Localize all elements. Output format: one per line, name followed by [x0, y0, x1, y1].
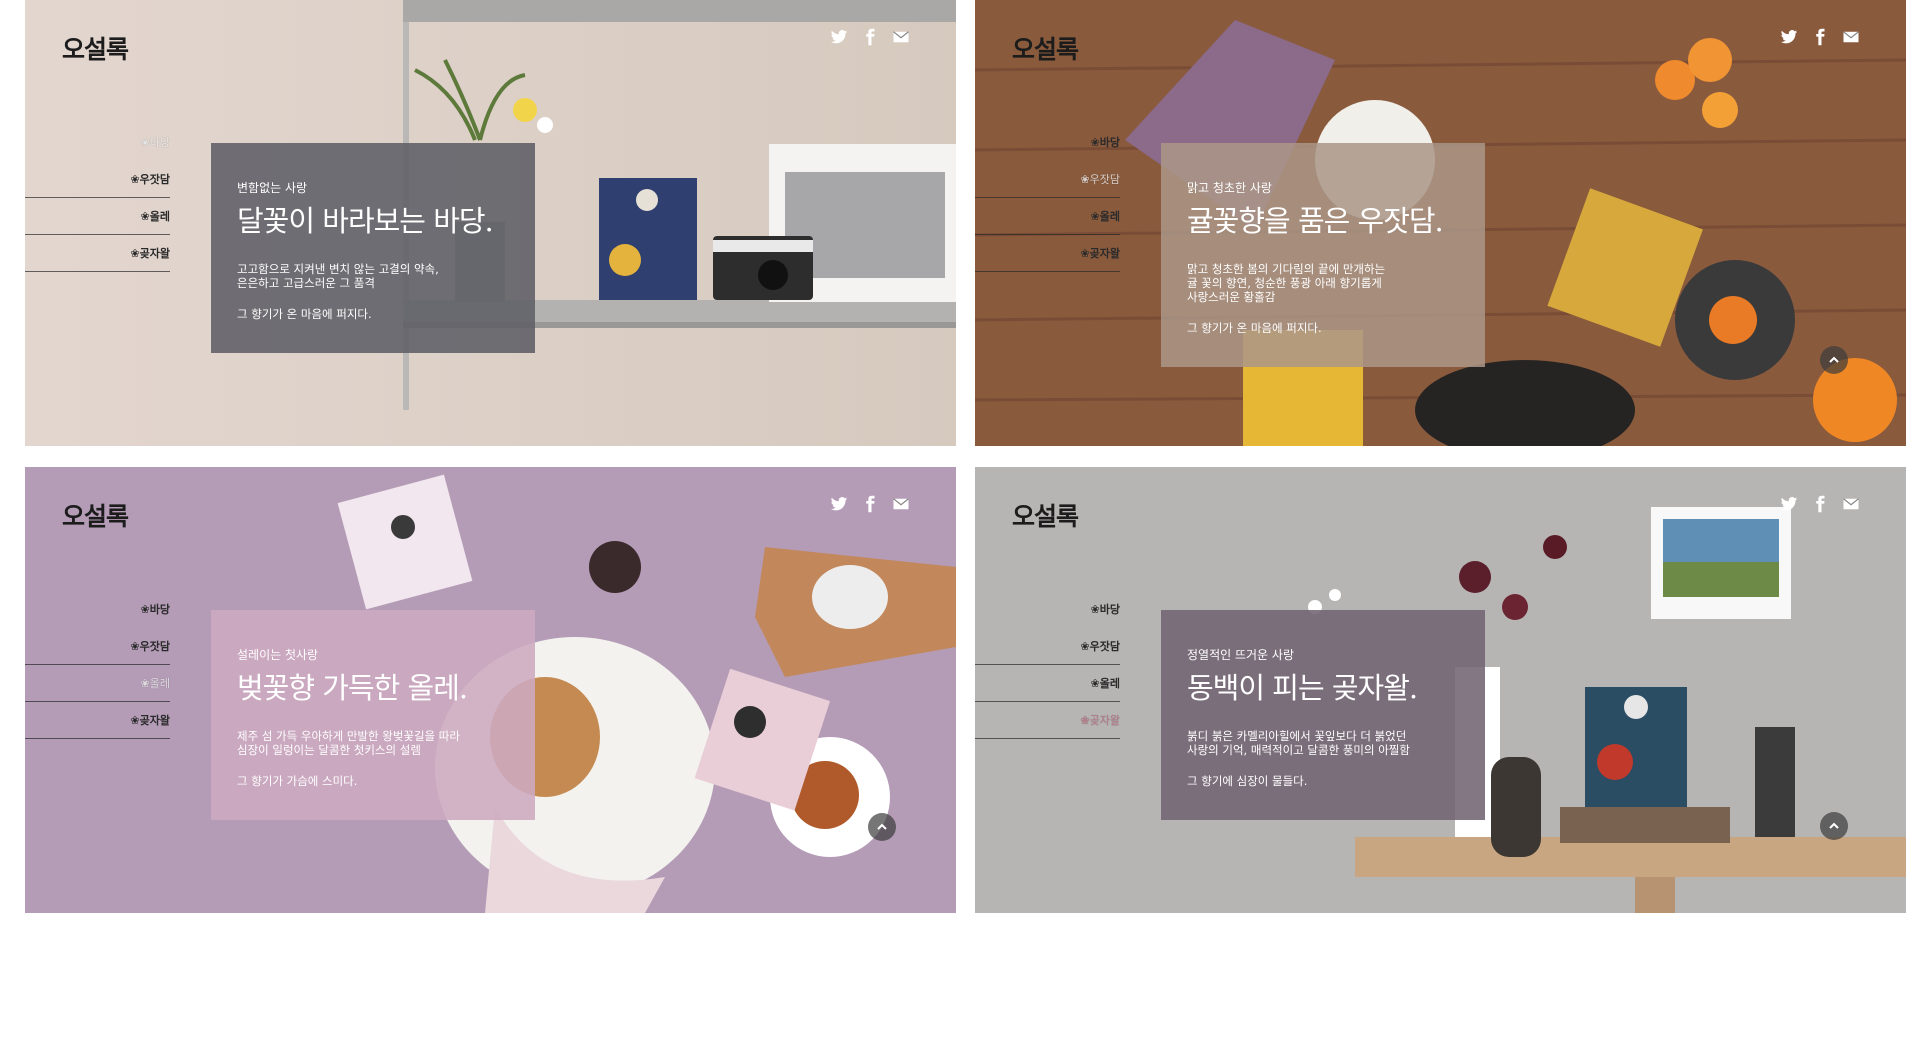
nav-item-badang[interactable]: ❀바당 [25, 124, 170, 161]
brand-logo[interactable]: 오설록 [1012, 497, 1079, 533]
twitter-icon[interactable] [1780, 495, 1798, 513]
mail-icon[interactable] [1842, 28, 1860, 46]
hero-panel-gotjawal: 오설록 ❀바당 ❀우잣담 ❀올레 ❀곶자왈 정열적인 뜨거운 사랑 동백이 피는… [975, 467, 1906, 913]
facebook-icon[interactable] [1811, 495, 1829, 513]
card-description: 맑고 청초한 봄의 기다림의 끝에 만개하는 귤 꽃의 향연, 청순한 풍광 아래… [1187, 262, 1386, 304]
scroll-top-button[interactable] [1820, 346, 1848, 374]
brand-logo[interactable]: 오설록 [1012, 30, 1079, 66]
card-title: 동백이 피는 곶자왈. [1187, 671, 1418, 705]
facebook-icon[interactable] [1811, 28, 1829, 46]
nav-item-olle[interactable]: ❀올레 [975, 665, 1120, 702]
card-subtitle: 변함없는 사랑 [237, 181, 308, 195]
chevron-up-icon [877, 823, 887, 830]
social-links [830, 495, 910, 513]
chevron-up-icon [1829, 356, 1839, 363]
nav-item-olle[interactable]: ❀올레 [25, 198, 170, 235]
card-tagline: 그 향기에 심장이 물들다. [1187, 774, 1308, 788]
story-card: 정열적인 뜨거운 사랑 동백이 피는 곶자왈. 붉디 붉은 카멜리아힐에서 꽃잎… [1161, 610, 1485, 820]
card-subtitle: 설레이는 첫사랑 [237, 648, 319, 662]
nav-item-ujatdam[interactable]: ❀우잣담 [25, 628, 170, 665]
twitter-icon[interactable] [830, 28, 848, 46]
hero-panel-olle: 오설록 ❀바당 ❀우잣담 ❀올레 ❀곶자왈 설레이는 첫사랑 벚꽃향 가득한 올… [25, 467, 956, 913]
nav-item-gotjawal[interactable]: ❀곶자왈 [25, 702, 170, 739]
social-links [830, 28, 910, 46]
twitter-icon[interactable] [1780, 28, 1798, 46]
section-nav: ❀바당 ❀우잣담 ❀올레 ❀곶자왈 [975, 124, 1120, 272]
nav-item-badang[interactable]: ❀바당 [25, 591, 170, 628]
story-card: 설레이는 첫사랑 벚꽃향 가득한 올레. 제주 섬 가득 우아하게 만발한 왕벚… [211, 610, 535, 820]
nav-item-olle[interactable]: ❀올레 [975, 198, 1120, 235]
nav-item-badang[interactable]: ❀바당 [975, 124, 1120, 161]
nav-item-ujatdam[interactable]: ❀우잣담 [975, 161, 1120, 198]
mail-icon[interactable] [1842, 495, 1860, 513]
card-description: 제주 섬 가득 우아하게 만발한 왕벚꽃길을 따라 심장이 일렁이는 달콤한 첫키… [237, 729, 460, 757]
card-description: 고고함으로 지켜낸 변치 않는 고결의 약속, 은은하고 고급스러운 그 품격 [237, 262, 439, 290]
card-description: 붉디 붉은 카멜리아힐에서 꽃잎보다 더 붉었던 사랑의 기억, 매력적이고 달콤… [1187, 729, 1410, 757]
card-tagline: 그 향기가 온 마음에 퍼지다. [237, 307, 372, 321]
section-nav: ❀바당 ❀우잣담 ❀올레 ❀곶자왈 [25, 591, 170, 739]
nav-item-gotjawal[interactable]: ❀곶자왈 [975, 702, 1120, 739]
chevron-up-icon [1829, 822, 1839, 829]
brand-logo[interactable]: 오설록 [62, 497, 129, 533]
section-nav: ❀바당 ❀우잣담 ❀올레 ❀곶자왈 [975, 591, 1120, 739]
section-nav: ❀바당 ❀우잣담 ❀올레 ❀곶자왈 [25, 124, 170, 272]
nav-item-gotjawal[interactable]: ❀곶자왈 [25, 235, 170, 272]
nav-item-badang[interactable]: ❀바당 [975, 591, 1120, 628]
story-card: 맑고 청초한 사랑 귤꽃향을 품은 우잣담. 맑고 청초한 봄의 기다림의 끝에… [1161, 143, 1485, 367]
facebook-icon[interactable] [861, 28, 879, 46]
card-subtitle: 맑고 청초한 사랑 [1187, 181, 1272, 195]
nav-item-ujatdam[interactable]: ❀우잣담 [975, 628, 1120, 665]
hero-panel-ujatdam: 오설록 ❀바당 ❀우잣담 ❀올레 ❀곶자왈 맑고 청초한 사랑 귤꽃향을 품은 … [975, 0, 1906, 446]
card-tagline: 그 향기가 온 마음에 퍼지다. [1187, 321, 1322, 335]
scroll-top-button[interactable] [1820, 812, 1848, 840]
hero-panel-badang: 오설록 ❀바당 ❀우잣담 ❀올레 ❀곶자왈 변함없는 사랑 달꽃이 바라보는 바… [25, 0, 956, 446]
story-card: 변함없는 사랑 달꽃이 바라보는 바당. 고고함으로 지켜낸 변치 않는 고결의… [211, 143, 535, 353]
card-tagline: 그 향기가 가슴에 스미다. [237, 774, 358, 788]
nav-item-gotjawal[interactable]: ❀곶자왈 [975, 235, 1120, 272]
social-links [1780, 495, 1860, 513]
mail-icon[interactable] [892, 495, 910, 513]
brand-logo[interactable]: 오설록 [62, 30, 129, 66]
twitter-icon[interactable] [830, 495, 848, 513]
scroll-top-button[interactable] [868, 813, 896, 841]
nav-item-ujatdam[interactable]: ❀우잣담 [25, 161, 170, 198]
card-title: 달꽃이 바라보는 바당. [237, 204, 494, 238]
card-title: 벚꽃향 가득한 올레. [237, 671, 468, 705]
nav-item-olle[interactable]: ❀올레 [25, 665, 170, 702]
card-subtitle: 정열적인 뜨거운 사랑 [1187, 648, 1294, 662]
social-links [1780, 28, 1860, 46]
mail-icon[interactable] [892, 28, 910, 46]
card-title: 귤꽃향을 품은 우잣담. [1187, 204, 1444, 238]
facebook-icon[interactable] [861, 495, 879, 513]
